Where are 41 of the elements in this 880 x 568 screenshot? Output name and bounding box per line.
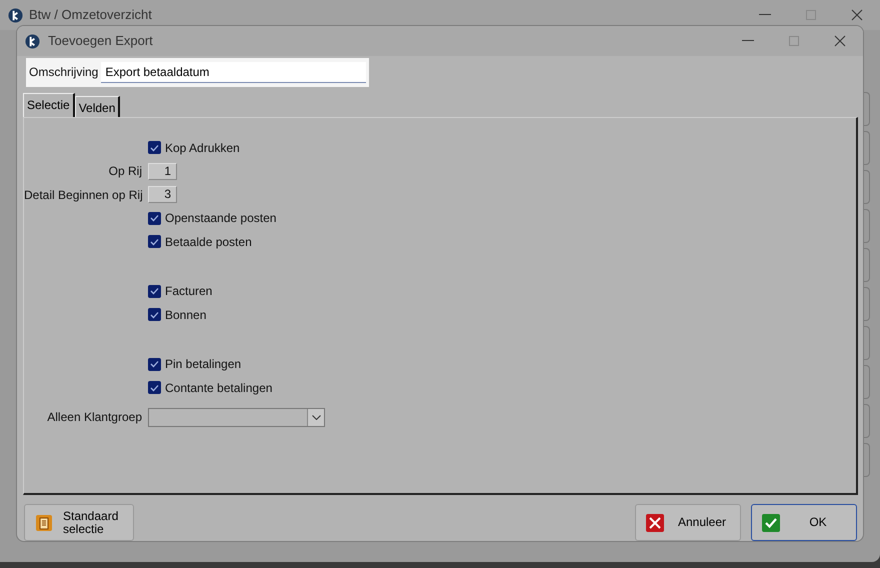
- checkbox[interactable]: [148, 141, 161, 154]
- number-field[interactable]: 1: [148, 162, 177, 180]
- checkbox-label: Openstaande posten: [165, 210, 276, 228]
- dropdown-field[interactable]: [148, 408, 325, 427]
- dialog-title: Toevoegen Export: [48, 32, 153, 50]
- window-title: Btw / Omzetoverzicht: [29, 6, 152, 24]
- maximize-icon[interactable]: [806, 10, 816, 20]
- field-label: Omschrijving: [29, 64, 98, 82]
- checkbox-label: Bonnen: [165, 306, 206, 324]
- description-field[interactable]: Export betaaldatum: [101, 62, 366, 83]
- checkmark-icon: [762, 514, 780, 532]
- checkbox-label: Contante betalingen: [165, 380, 272, 397]
- minimize-icon[interactable]: [742, 40, 754, 42]
- cancel-button[interactable]: Annuleer: [635, 504, 741, 541]
- standard-selection-button[interactable]: Standaard selectie: [24, 504, 134, 541]
- checkbox-label: Pin betalingen: [165, 356, 242, 374]
- close-icon[interactable]: [834, 35, 846, 47]
- number-field[interactable]: 3: [148, 186, 177, 204]
- tab[interactable]: Velden: [74, 96, 120, 117]
- tab[interactable]: Selectie: [23, 92, 75, 117]
- maximize-icon[interactable]: [788, 36, 800, 46]
- clipboard-icon: [35, 514, 53, 532]
- minimize-icon[interactable]: [759, 14, 771, 16]
- ok-button[interactable]: OK: [751, 504, 857, 541]
- checkbox[interactable]: [148, 235, 161, 248]
- checkbox[interactable]: [148, 308, 161, 322]
- field-label: Detail Beginnen op Rij: [24, 188, 143, 202]
- field-label: Op Rij: [108, 164, 142, 178]
- checkbox-label: Betaalde posten: [165, 234, 252, 251]
- app-logo-icon: [25, 34, 40, 48]
- field-label: Alleen Klantgroep: [47, 410, 142, 424]
- chevron-down-icon: [312, 414, 320, 420]
- checkbox[interactable]: [148, 381, 161, 394]
- app-logo-icon: [8, 8, 23, 22]
- checkbox[interactable]: [148, 358, 161, 371]
- close-icon[interactable]: [851, 9, 863, 21]
- checkbox-label: Facturen: [165, 283, 212, 300]
- checkbox[interactable]: [148, 212, 161, 225]
- checkbox-label: Kop Adrukken: [165, 140, 240, 157]
- checkbox[interactable]: [148, 284, 161, 298]
- close-icon: [646, 514, 664, 532]
